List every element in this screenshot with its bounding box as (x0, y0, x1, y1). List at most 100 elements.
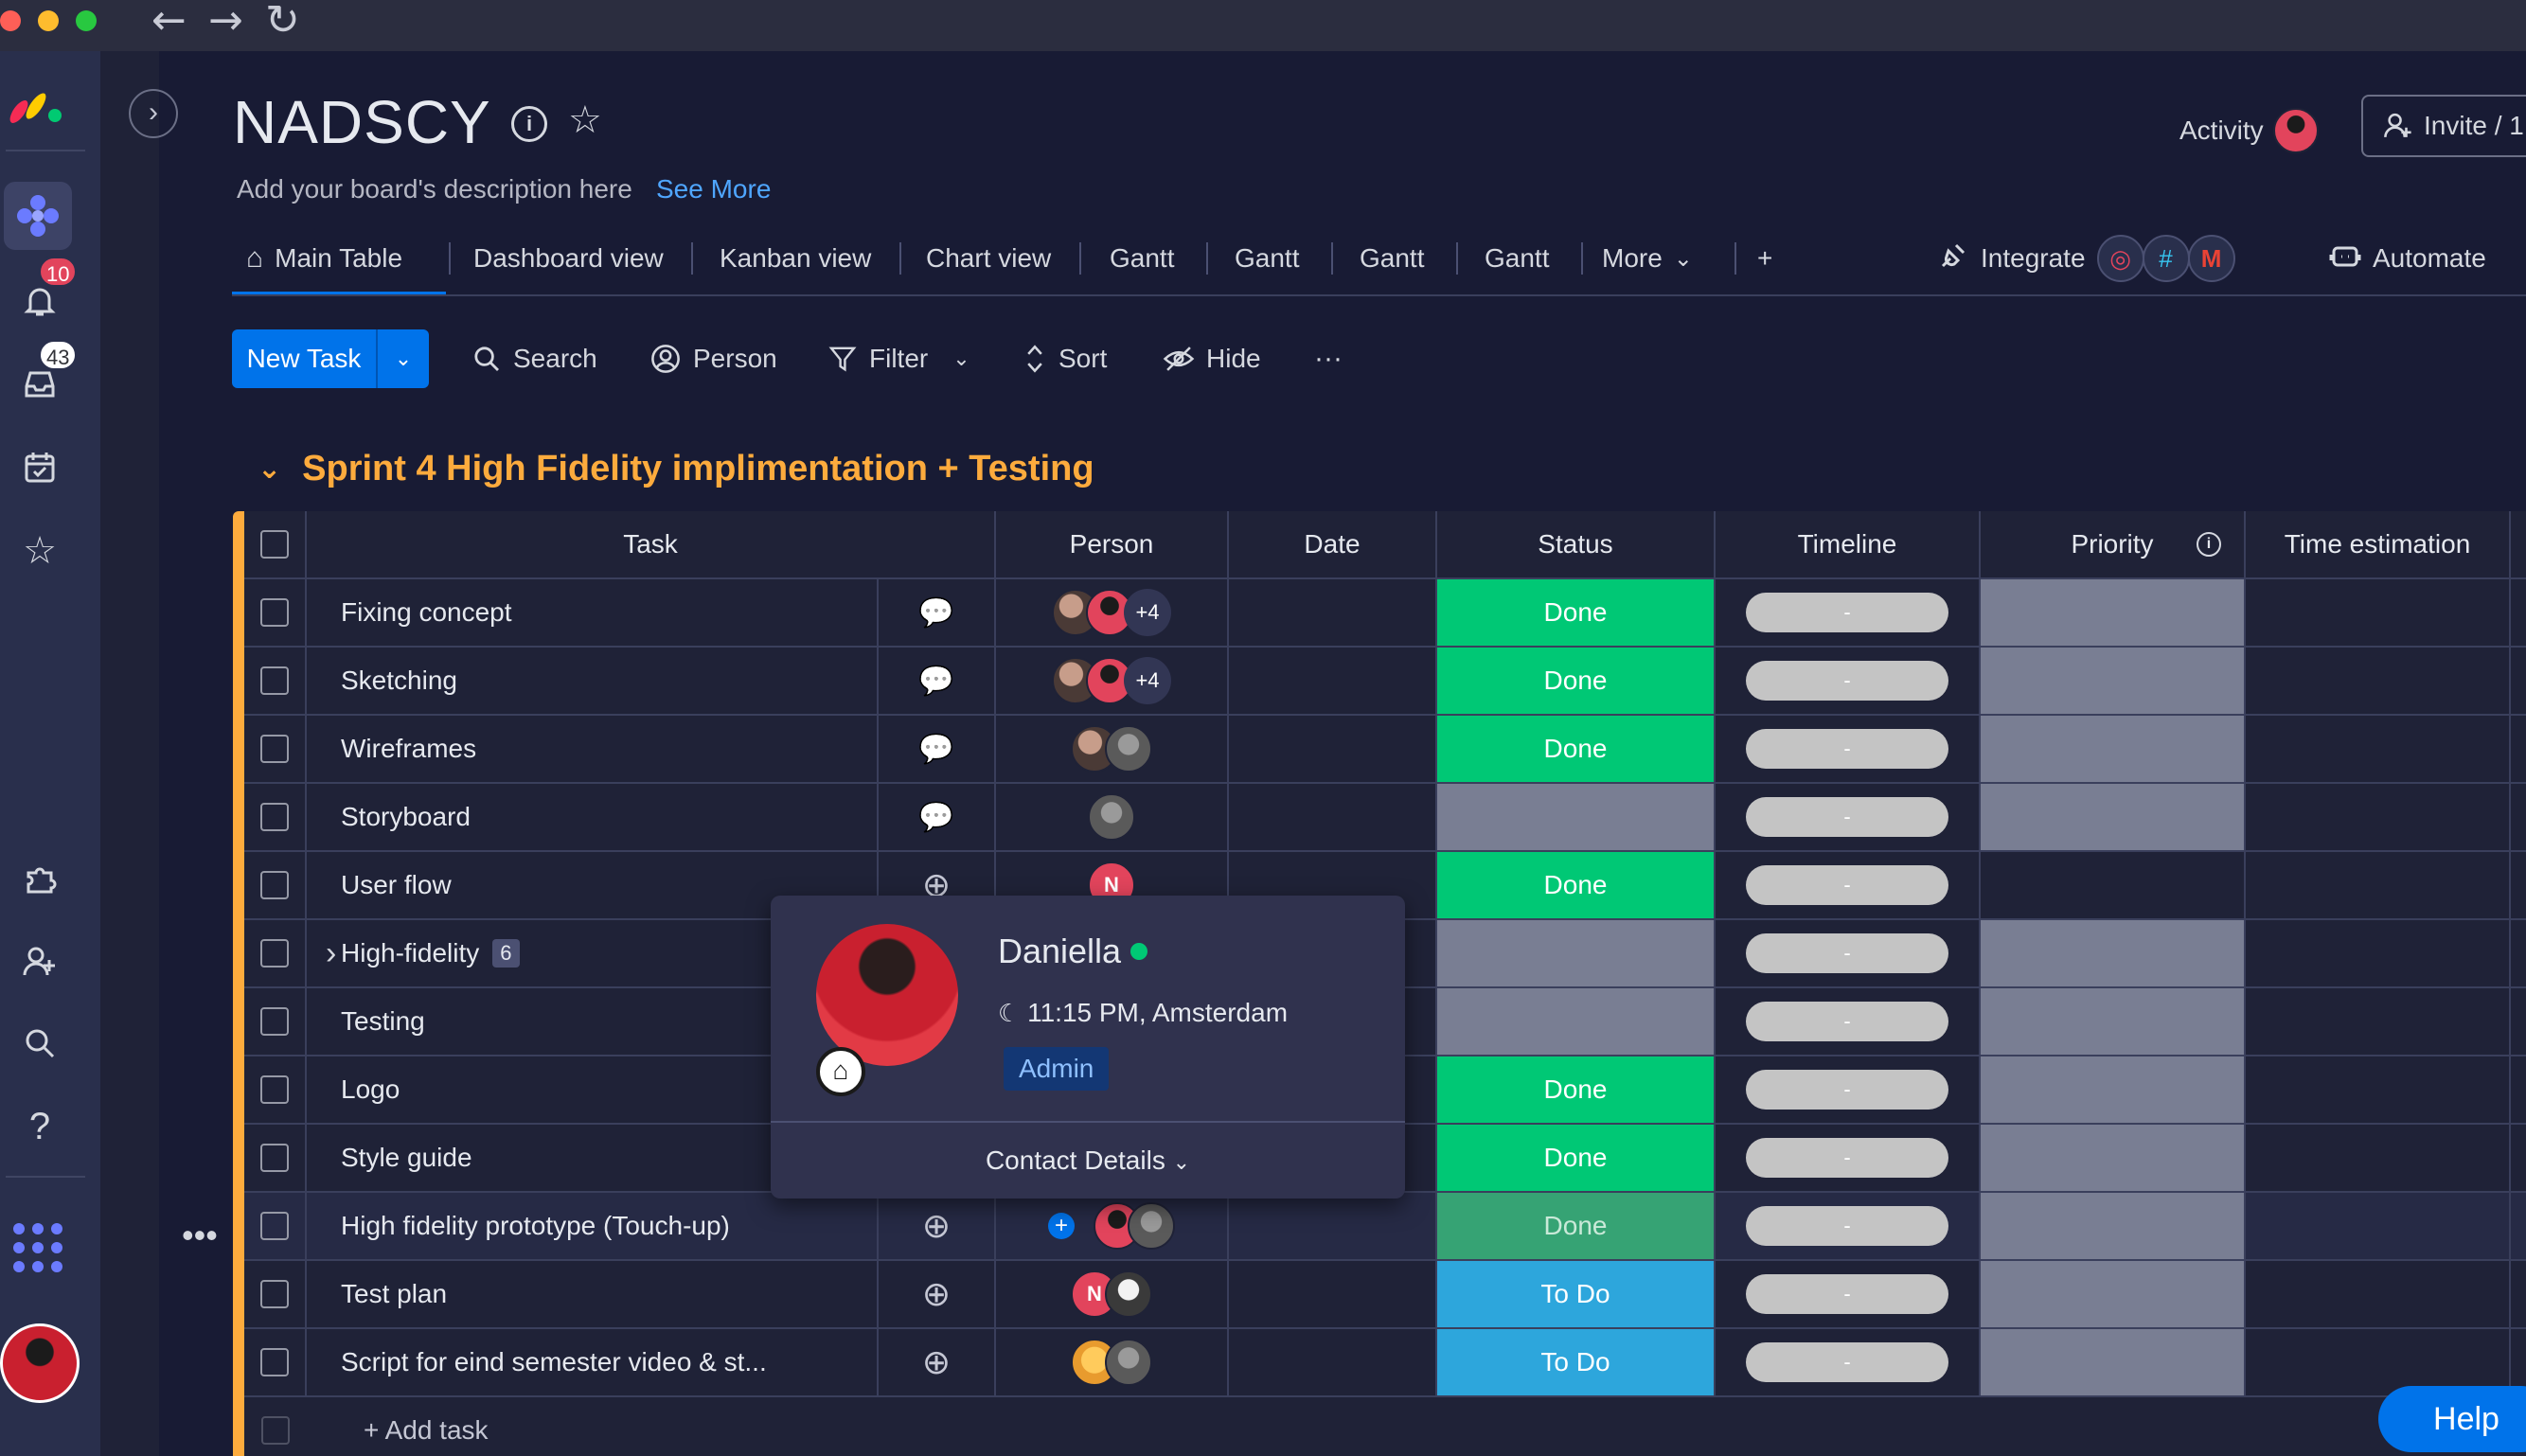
task-name-cell[interactable]: Fixing concept (307, 579, 879, 646)
task-name-cell[interactable]: Wireframes (307, 716, 879, 782)
conversation-icon[interactable]: 💬 (918, 733, 953, 766)
time-estimation-cell[interactable] (2246, 784, 2511, 850)
timeline-pill[interactable]: - (1746, 593, 1948, 632)
conversation-icon[interactable]: 💬 (918, 596, 953, 630)
tab-chart-view[interactable]: Chart view (926, 239, 1051, 278)
more-actions-button[interactable]: ··· (1314, 338, 1343, 380)
table-row[interactable]: Fixing concept 💬 +4 Done - (244, 579, 2526, 648)
row-checkbox[interactable] (260, 1348, 289, 1376)
task-name[interactable]: Logo (307, 1074, 400, 1105)
date-cell[interactable] (1229, 716, 1437, 782)
priority-cell[interactable] (1981, 648, 2246, 714)
apps-puzzle-icon[interactable] (13, 852, 66, 905)
chevron-down-icon[interactable]: ⌄ (952, 346, 969, 371)
status-cell[interactable]: Done (1437, 579, 1716, 646)
table-row[interactable]: Storyboard 💬 - (244, 784, 2526, 852)
task-name[interactable]: Wireframes (307, 734, 476, 764)
task-name-cell[interactable]: Script for eind semester video & st... (307, 1329, 879, 1395)
priority-cell[interactable] (1981, 1261, 2246, 1327)
see-more-link[interactable]: See More (656, 174, 771, 204)
invite-members-icon[interactable] (13, 935, 66, 988)
add-person-icon[interactable]: + (1048, 1213, 1075, 1239)
status-cell[interactable] (1437, 784, 1716, 850)
person-cell[interactable]: N (996, 1261, 1229, 1327)
tab-dashboard-view[interactable]: Dashboard view (473, 239, 664, 278)
hide-button[interactable]: Hide (1163, 338, 1261, 380)
person-avatar[interactable] (1105, 1270, 1152, 1318)
row-checkbox[interactable] (260, 1075, 289, 1104)
help-button[interactable]: Help (2378, 1386, 2526, 1452)
date-cell[interactable] (1229, 1261, 1437, 1327)
monday-logo[interactable] (8, 80, 68, 127)
timeline-cell[interactable]: - (1716, 1329, 1981, 1395)
group-header[interactable]: ⌄ Sprint 4 High Fidelity implimentation … (258, 449, 1094, 489)
priority-cell[interactable] (1981, 716, 2246, 782)
row-checkbox[interactable] (260, 1280, 289, 1308)
priority-cell[interactable] (1981, 920, 2246, 986)
row-checkbox[interactable] (260, 1212, 289, 1240)
add-update-icon[interactable]: ⊕ (922, 1206, 951, 1246)
search-icon[interactable] (13, 1017, 66, 1070)
timeline-pill[interactable]: - (1746, 1206, 1948, 1246)
task-name[interactable]: Testing (307, 1006, 425, 1037)
status-cell[interactable]: To Do (1437, 1329, 1716, 1395)
task-name-cell[interactable]: Sketching (307, 648, 879, 714)
updates-cell[interactable]: ⊕ (879, 1329, 996, 1395)
person-name[interactable]: Daniella (998, 932, 1121, 971)
more-persons-count[interactable]: +4 (1124, 657, 1171, 704)
task-name[interactable]: High fidelity prototype (Touch-up) (307, 1211, 730, 1241)
column-header-person[interactable]: Person (996, 511, 1229, 577)
back-arrow-icon[interactable]: ← (151, 0, 187, 42)
time-estimation-cell[interactable] (2246, 1261, 2511, 1327)
board-description[interactable]: Add your board's description here (237, 174, 632, 204)
search-button[interactable]: Search (471, 338, 597, 380)
add-task-row[interactable]: + Add task (244, 1397, 2526, 1456)
timeline-cell[interactable]: - (1716, 716, 1981, 782)
minimize-window-button[interactable] (38, 10, 59, 31)
tab-gantt-4[interactable]: Gantt (1485, 239, 1549, 278)
user-avatar[interactable] (0, 1323, 80, 1403)
person-cell[interactable]: +4 (996, 579, 1229, 646)
row-checkbox[interactable] (260, 735, 289, 763)
date-cell[interactable] (1229, 579, 1437, 646)
date-cell[interactable] (1229, 1329, 1437, 1395)
row-checkbox[interactable] (260, 666, 289, 695)
time-estimation-cell[interactable] (2246, 920, 2511, 986)
tab-gantt-2[interactable]: Gantt (1235, 239, 1299, 278)
sort-button[interactable]: Sort (1023, 338, 1107, 380)
expand-sidebar-button[interactable]: › (129, 89, 178, 138)
timeline-cell[interactable]: - (1716, 920, 1981, 986)
column-header-timeline[interactable]: Timeline (1716, 511, 1981, 577)
timeline-cell[interactable]: - (1716, 579, 1981, 646)
timeline-cell[interactable]: - (1716, 648, 1981, 714)
apps-grid-icon[interactable] (8, 1217, 68, 1278)
add-update-icon[interactable]: ⊕ (922, 1274, 951, 1314)
person-cell[interactable] (996, 784, 1229, 850)
column-header-date[interactable]: Date (1229, 511, 1437, 577)
updates-cell[interactable]: 💬 (879, 784, 996, 850)
task-name[interactable]: Script for eind semester video & st... (307, 1347, 767, 1377)
updates-cell[interactable]: 💬 (879, 716, 996, 782)
status-cell[interactable]: Done (1437, 1193, 1716, 1259)
status-cell[interactable]: Done (1437, 1056, 1716, 1123)
task-name-cell[interactable]: Test plan (307, 1261, 879, 1327)
timeline-pill[interactable]: - (1746, 1002, 1948, 1041)
tab-gantt-3[interactable]: Gantt (1360, 239, 1424, 278)
date-cell[interactable] (1229, 1193, 1437, 1259)
updates-cell[interactable]: 💬 (879, 579, 996, 646)
timeline-pill[interactable]: - (1746, 1274, 1948, 1314)
time-estimation-cell[interactable] (2246, 579, 2511, 646)
my-work-icon[interactable] (13, 441, 66, 494)
task-name-cell[interactable]: High fidelity prototype (Touch-up) (307, 1193, 879, 1259)
task-name[interactable]: User flow (307, 870, 452, 900)
status-cell[interactable]: Done (1437, 648, 1716, 714)
task-name[interactable]: Storyboard (307, 802, 471, 832)
tab-main-table[interactable]: ⌂ Main Table (246, 239, 402, 278)
person-filter-button[interactable]: Person (649, 338, 777, 380)
conversation-icon[interactable]: 💬 (918, 665, 953, 698)
row-checkbox[interactable] (260, 1007, 289, 1036)
conversation-icon[interactable]: 💬 (918, 801, 953, 834)
add-update-icon[interactable]: ⊕ (922, 1342, 951, 1382)
timeline-cell[interactable]: - (1716, 1125, 1981, 1191)
person-cell[interactable] (996, 716, 1229, 782)
